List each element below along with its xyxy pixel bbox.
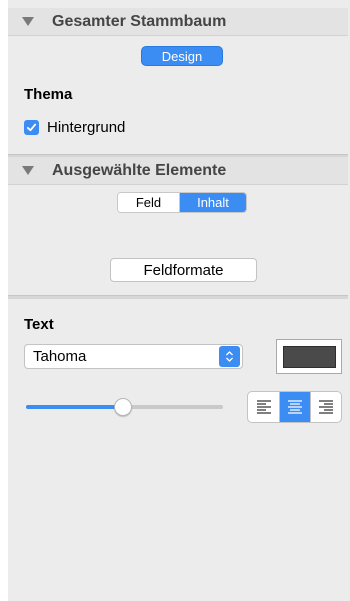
- text-alignment-group[interactable]: [247, 391, 342, 423]
- text-heading: Text: [24, 316, 54, 333]
- font-select-value: Tahoma: [33, 348, 87, 365]
- disclosure-triangle-icon[interactable]: [22, 166, 34, 175]
- align-right-icon: [319, 400, 333, 414]
- checkbox-checked-icon[interactable]: [24, 120, 39, 135]
- segment-feld[interactable]: Feld: [118, 193, 180, 212]
- select-chevron-updown-icon[interactable]: [219, 346, 240, 367]
- text-color-well[interactable]: [276, 339, 342, 374]
- slider-thumb[interactable]: [113, 398, 132, 416]
- section-header-ausgewaehlte-elemente[interactable]: Ausgewählte Elemente: [8, 157, 348, 185]
- align-left-button[interactable]: [248, 392, 279, 422]
- font-select[interactable]: Tahoma: [24, 344, 243, 369]
- section-header-gesamter-stammbaum[interactable]: Gesamter Stammbaum: [8, 8, 348, 36]
- align-center-icon: [288, 400, 302, 414]
- feld-inhalt-segmented-control[interactable]: Feld Inhalt: [117, 192, 247, 213]
- section-title: Ausgewählte Elemente: [52, 161, 227, 179]
- hintergrund-checkbox-row[interactable]: Hintergrund: [24, 119, 125, 136]
- feldformate-button[interactable]: Feldformate: [110, 258, 257, 282]
- segment-inhalt[interactable]: Inhalt: [180, 193, 246, 212]
- hintergrund-label: Hintergrund: [47, 119, 126, 136]
- disclosure-triangle-icon[interactable]: [22, 17, 34, 26]
- color-swatch: [282, 345, 336, 368]
- section-title: Gesamter Stammbaum: [52, 12, 227, 30]
- font-size-slider[interactable]: [26, 396, 223, 418]
- align-center-button[interactable]: [279, 392, 310, 422]
- divider: [8, 295, 348, 299]
- slider-fill: [26, 405, 123, 409]
- align-right-button[interactable]: [310, 392, 341, 422]
- align-left-icon: [256, 400, 271, 414]
- design-tab-button[interactable]: Design: [142, 47, 222, 65]
- thema-heading: Thema: [24, 86, 73, 103]
